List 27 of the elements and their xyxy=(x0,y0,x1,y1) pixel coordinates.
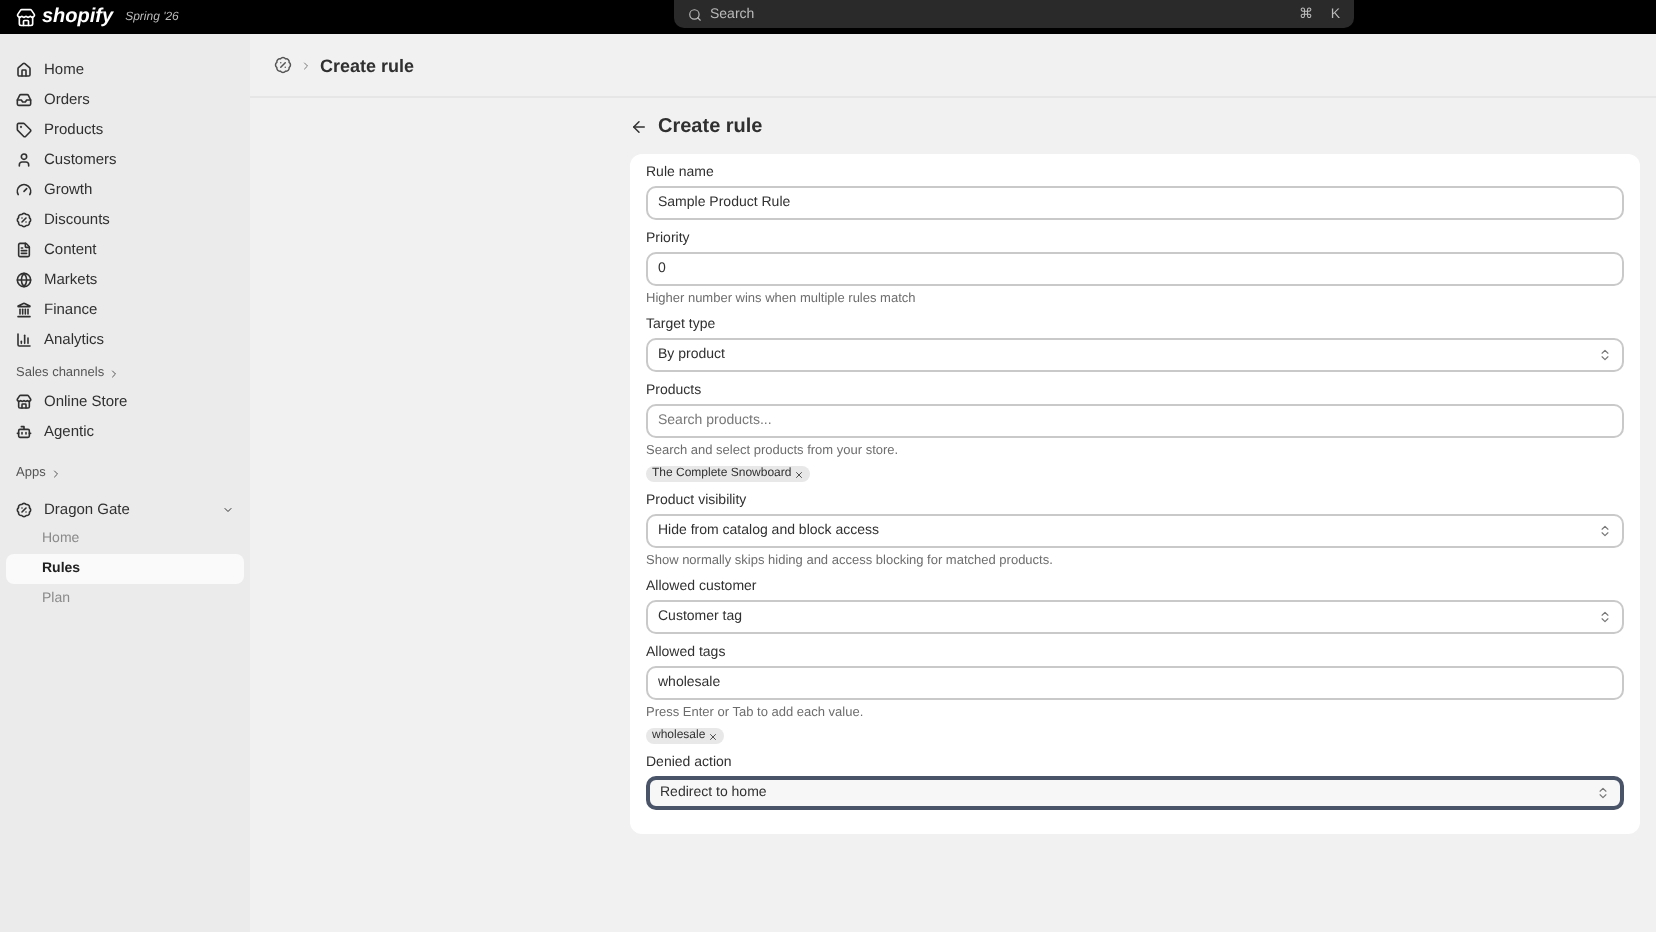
up-down-icon xyxy=(1598,348,1612,362)
tag-icon xyxy=(16,121,32,137)
breadcrumb-title: Create rule xyxy=(320,55,415,75)
chevron-icon xyxy=(300,59,312,71)
up-down-icon xyxy=(1598,610,1612,624)
inbox-icon xyxy=(16,91,32,107)
chevron-icon xyxy=(49,467,62,479)
store-icon xyxy=(16,393,32,409)
badge-icon xyxy=(16,211,32,227)
gauge-icon xyxy=(16,181,32,197)
chevron-icon xyxy=(108,367,121,379)
globe-icon xyxy=(16,271,32,287)
up-down-icon xyxy=(1596,786,1610,800)
brand-logo[interactable]: shopify xyxy=(42,6,114,28)
search-icon xyxy=(688,7,702,21)
caret-icon[interactable] xyxy=(222,503,234,515)
up-down-icon xyxy=(1598,524,1612,538)
bank-icon xyxy=(16,301,32,317)
person-icon xyxy=(16,151,32,167)
home-icon xyxy=(16,61,32,77)
back-arrow-icon[interactable] xyxy=(630,117,648,135)
document-icon xyxy=(16,241,32,257)
app-icon[interactable] xyxy=(274,56,292,74)
app-icon xyxy=(16,501,32,517)
robot-icon xyxy=(16,423,32,439)
page-title: Create rule xyxy=(658,115,763,137)
bar-chart-icon xyxy=(16,331,32,347)
